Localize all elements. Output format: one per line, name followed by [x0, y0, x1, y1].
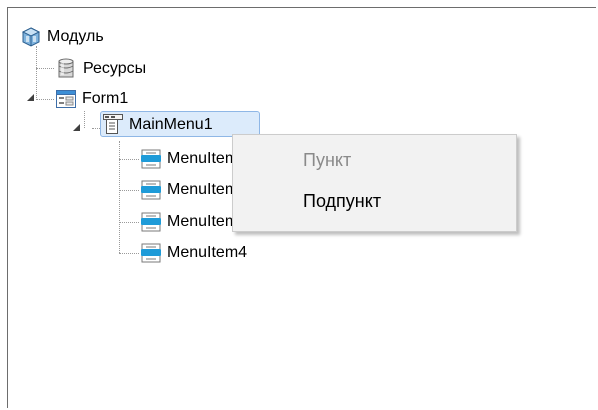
database-icon	[58, 58, 74, 78]
tree-node-mainmenu1[interactable]: MainMenu1	[103, 114, 213, 136]
tree-connector	[119, 159, 139, 160]
tree-connector	[84, 111, 85, 128]
context-menu-item-podpunkt[interactable]: Подпункт	[303, 191, 381, 212]
tree-connector	[119, 222, 139, 223]
tree-connector	[36, 46, 37, 100]
menu-item-icon	[141, 212, 161, 232]
collapse-arrow-icon[interactable]	[27, 94, 34, 101]
tree-node-label: Модуль	[47, 28, 104, 45]
tree-connector	[119, 141, 120, 253]
tree-node-label: MainMenu1	[129, 116, 213, 133]
tree-node-label: Form1	[82, 90, 129, 107]
tree-panel: Модуль Ресурсы Form1 MainMenu1 MenuItem1…	[7, 7, 596, 408]
tree-connector	[36, 68, 54, 69]
tree-connector	[119, 190, 139, 191]
context-menu-item-punkt[interactable]: Пункт	[303, 150, 351, 171]
form-icon	[56, 90, 76, 108]
menu-item-icon	[141, 243, 161, 263]
tree-connector	[36, 99, 54, 100]
tree-node-module[interactable]: Модуль	[21, 26, 104, 48]
menu-item-icon	[141, 149, 161, 169]
collapse-arrow-icon[interactable]	[73, 124, 80, 131]
tree-node-resources[interactable]: Ресурсы	[57, 58, 146, 80]
tree-node-label: Ресурсы	[83, 60, 147, 77]
tree-connector	[119, 253, 139, 254]
tree-node-label: MenuItem4	[167, 244, 248, 261]
tree-node-form1[interactable]: Form1	[56, 88, 128, 110]
main-menu-icon	[103, 114, 123, 134]
module-cube-icon	[21, 27, 41, 47]
menu-item-icon	[141, 180, 161, 200]
tree-node-menuitem4[interactable]: MenuItem4	[141, 242, 247, 264]
context-menu: Пункт Подпункт	[232, 134, 517, 232]
